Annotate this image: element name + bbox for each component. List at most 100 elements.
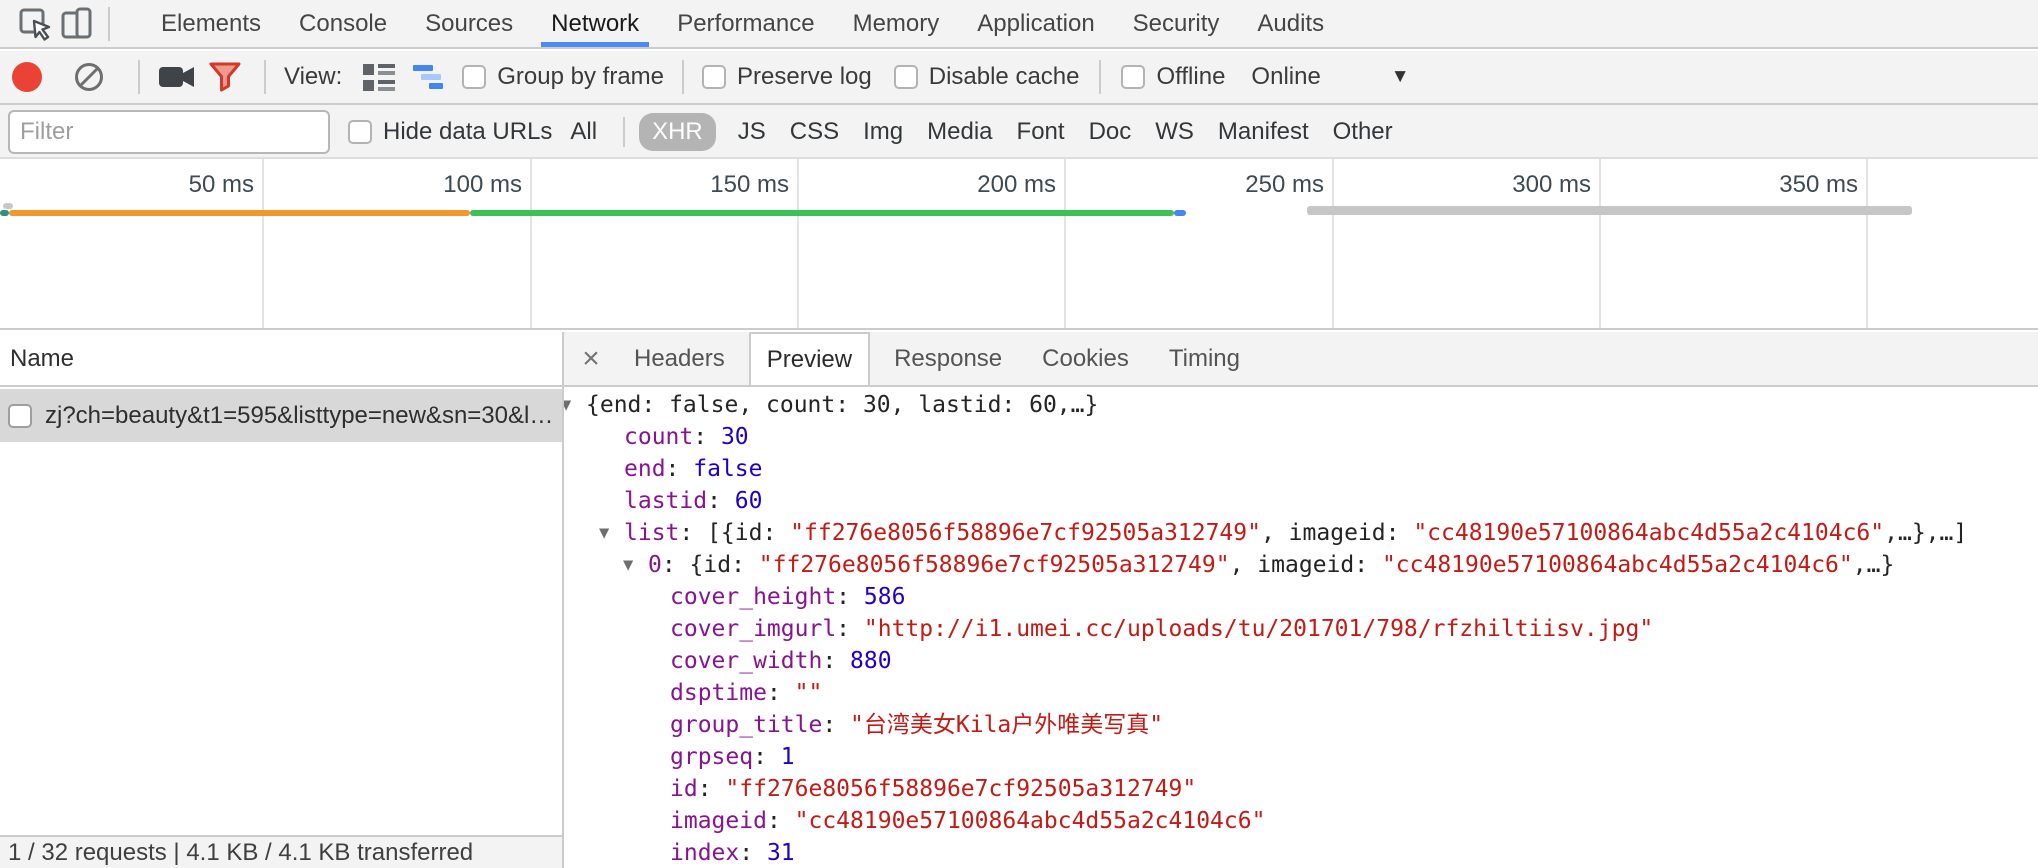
json-key-segment: group_title	[670, 712, 822, 738]
name-column-header[interactable]: Name	[0, 332, 562, 387]
json-num-segment: 1	[781, 744, 795, 770]
timeline-tick-label: 200 ms	[914, 171, 1056, 201]
tab-audits[interactable]: Audits	[1247, 0, 1334, 47]
disable-cache-checkbox-group: Disable cache	[894, 63, 1080, 91]
json-key-segment: cover_imgurl	[670, 616, 836, 642]
detail-tab-bar: × HeadersPreviewResponseCookiesTiming	[564, 332, 2038, 387]
offline-label: Offline	[1156, 63, 1225, 91]
requests-status-bar: 1 / 32 requests | 4.1 KB / 4.1 KB transf…	[0, 835, 562, 868]
json-tree-line[interactable]: ▼0: {id: "ff276e8056f58896e7cf92505a3127…	[564, 549, 2038, 581]
throttling-dropdown-icon[interactable]: ▼	[1391, 66, 1410, 88]
json-tree-line[interactable]: dsptime: ""	[564, 677, 2038, 709]
json-tree-line[interactable]: grpseq: 1	[564, 741, 2038, 773]
timeline-tick-label: 350 ms	[1716, 171, 1858, 201]
type-filter-doc[interactable]: Doc	[1089, 118, 1132, 146]
offline-checkbox-group: Offline	[1121, 63, 1225, 91]
json-plain-segment: :	[767, 680, 795, 706]
type-filter-xhr[interactable]: XHR	[639, 113, 716, 151]
json-tree-line[interactable]: end: false	[564, 453, 2038, 485]
json-tree-line[interactable]: count: 30	[564, 421, 2038, 453]
timeline-gridline	[797, 159, 799, 328]
type-filter-ws[interactable]: WS	[1155, 118, 1194, 146]
device-toolbar-icon[interactable]	[56, 3, 98, 45]
tab-network[interactable]: Network	[541, 0, 649, 47]
timeline-tick-label: 100 ms	[380, 171, 522, 201]
type-filter-font[interactable]: Font	[1017, 118, 1065, 146]
tab-application[interactable]: Application	[967, 0, 1104, 47]
detail-tab-headers[interactable]: Headers	[618, 332, 741, 385]
tab-sources[interactable]: Sources	[415, 0, 523, 47]
json-str-segment: "台湾美女Kila户外唯美写真"	[850, 712, 1163, 738]
json-tree-line[interactable]: imageid: "cc48190e57100864abc4d55a2c4104…	[564, 805, 2038, 837]
json-plain-segment: :	[739, 840, 767, 866]
json-str-segment: "ff276e8056f58896e7cf92505a312749"	[725, 776, 1196, 802]
json-plain-segment: :	[698, 776, 726, 802]
json-tree-line[interactable]: id: "ff276e8056f58896e7cf92505a312749"	[564, 773, 2038, 805]
disable-cache-checkbox[interactable]	[894, 65, 918, 89]
preserve-log-checkbox[interactable]	[702, 65, 726, 89]
json-plain-segment: :	[822, 648, 850, 674]
json-tree-line[interactable]: lastid: 60	[564, 485, 2038, 517]
json-plain-segment: , imageid:	[1230, 552, 1382, 578]
tab-memory[interactable]: Memory	[843, 0, 950, 47]
requests-summary-text: 1 / 32 requests | 4.1 KB / 4.1 KB transf…	[8, 839, 473, 867]
network-overview[interactable]: 50 ms100 ms150 ms200 ms250 ms300 ms350 m…	[0, 159, 2038, 330]
group-by-frame-checkbox[interactable]	[462, 65, 486, 89]
request-row[interactable]: zj?ch=beauty&t1=595&listtype=new&sn=30&l…	[0, 389, 562, 442]
json-key-segment: imageid	[670, 808, 767, 834]
json-tree-line[interactable]: group_title: "台湾美女Kila户外唯美写真"	[564, 709, 2038, 741]
hide-data-urls-checkbox[interactable]	[348, 120, 372, 144]
tab-elements[interactable]: Elements	[151, 0, 271, 47]
json-tree-line[interactable]: cover_width: 880	[564, 645, 2038, 677]
clear-icon[interactable]	[68, 56, 110, 98]
request-row-checkbox[interactable]	[8, 404, 32, 428]
record-network-log-button[interactable]	[12, 62, 42, 92]
json-str-segment: "cc48190e57100864abc4d55a2c4104c6"	[1382, 552, 1853, 578]
toolbar-separator	[682, 60, 684, 94]
json-tree-line[interactable]: ▼ {end: false, count: 30, lastid: 60,…}	[564, 389, 2038, 421]
timeline-tick-label: 300 ms	[1449, 171, 1591, 201]
throttling-select[interactable]: Online	[1251, 63, 1320, 91]
json-tree-line[interactable]: index: 31	[564, 837, 2038, 868]
type-filter-js[interactable]: JS	[738, 118, 766, 146]
type-filter-other[interactable]: Other	[1333, 118, 1393, 146]
overview-load-bar-teal	[0, 210, 9, 216]
json-tree-line[interactable]: ▼list: [{id: "ff276e8056f58896e7cf92505a…	[564, 517, 2038, 549]
type-filter-manifest[interactable]: Manifest	[1218, 118, 1309, 146]
capture-screenshots-icon[interactable]	[156, 56, 198, 98]
show-overview-icon[interactable]	[410, 56, 452, 98]
large-request-rows-icon[interactable]	[358, 56, 400, 98]
network-filter-bar: Hide data URLs AllXHRJSCSSImgMediaFontDo…	[0, 105, 2038, 159]
detail-tab-timing[interactable]: Timing	[1153, 332, 1256, 385]
json-num-segment: false	[693, 456, 762, 482]
json-plain-segment: {end: false, count: 30, lastid: 60,…}	[586, 392, 1098, 418]
json-key-segment: list	[624, 520, 679, 546]
expand-arrow-icon[interactable]: ▼	[564, 389, 571, 421]
type-filter-all[interactable]: All	[570, 118, 597, 146]
tab-performance[interactable]: Performance	[667, 0, 824, 47]
overview-load-bar-green	[470, 210, 1174, 216]
json-tree-line[interactable]: cover_imgurl: "http://i1.umei.cc/uploads…	[564, 613, 2038, 645]
filter-funnel-icon[interactable]	[204, 56, 246, 98]
detail-tab-response[interactable]: Response	[878, 332, 1018, 385]
overview-queued-bar	[3, 203, 13, 209]
json-key-segment: lastid	[624, 488, 707, 514]
json-key-segment: cover_height	[670, 584, 836, 610]
inspect-element-icon[interactable]	[14, 3, 56, 45]
detail-tab-cookies[interactable]: Cookies	[1026, 332, 1145, 385]
expand-arrow-icon[interactable]: ▼	[599, 517, 609, 549]
tab-console[interactable]: Console	[289, 0, 397, 47]
expand-arrow-icon[interactable]: ▼	[623, 549, 633, 581]
disable-cache-label: Disable cache	[929, 63, 1080, 91]
json-tree-line[interactable]: cover_height: 586	[564, 581, 2038, 613]
type-filter-media[interactable]: Media	[927, 118, 992, 146]
close-detail-icon[interactable]: ×	[568, 332, 614, 385]
tab-security[interactable]: Security	[1123, 0, 1230, 47]
type-filter-img[interactable]: Img	[863, 118, 903, 146]
type-filter-css[interactable]: CSS	[790, 118, 839, 146]
json-num-segment: 31	[767, 840, 795, 866]
json-key-segment: dsptime	[670, 680, 767, 706]
detail-tab-preview[interactable]: Preview	[749, 332, 870, 385]
offline-checkbox[interactable]	[1121, 65, 1145, 89]
filter-input[interactable]	[8, 110, 330, 154]
